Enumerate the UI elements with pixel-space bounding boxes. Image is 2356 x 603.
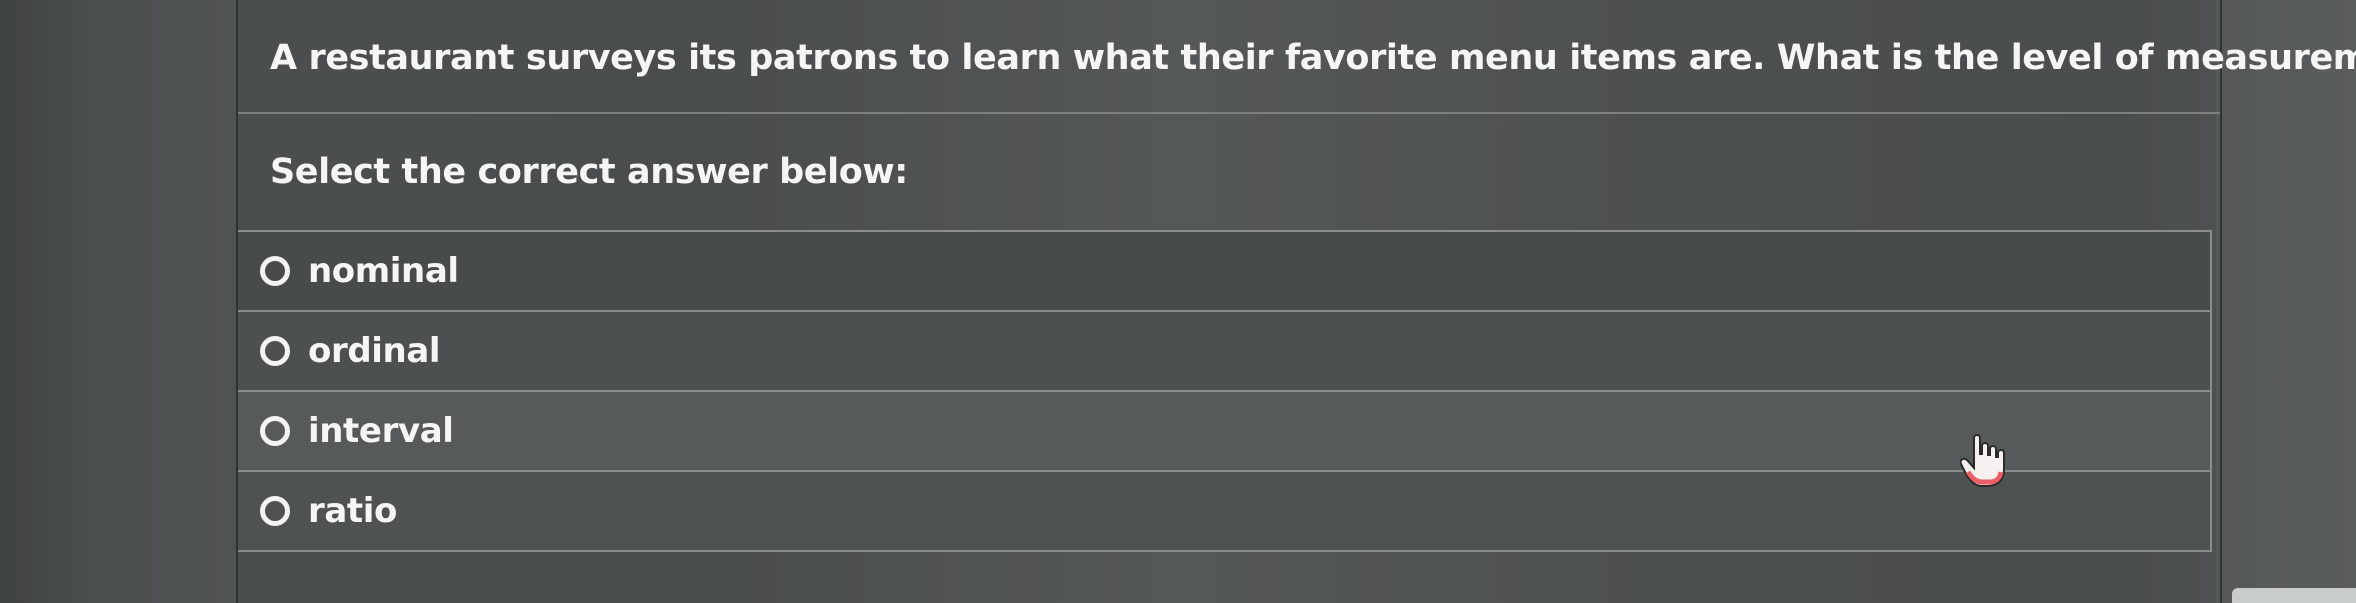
question-text: A restaurant surveys its patrons to lear… [270,38,2356,78]
answer-options: nominal ordinal interval ratio [238,230,2212,552]
radio-circle-icon[interactable] [260,256,290,286]
screen: A restaurant surveys its patrons to lear… [0,0,2356,603]
question-panel: A restaurant surveys its patrons to lear… [236,0,2356,603]
hand-pointer-icon [1959,432,2006,488]
question-area: A restaurant surveys its patrons to lear… [238,0,2356,114]
radio-circle-icon[interactable] [260,336,290,366]
option-nominal[interactable]: nominal [238,232,2212,312]
option-label: ratio [308,491,397,531]
radio-circle-icon[interactable] [260,496,290,526]
option-label: nominal [308,251,459,291]
option-interval[interactable]: interval [238,392,2212,472]
left-background [0,0,236,603]
option-label: ordinal [308,331,441,371]
option-label: interval [308,411,454,451]
option-ordinal[interactable]: ordinal [238,312,2212,392]
radio-circle-icon[interactable] [260,416,290,446]
submit-button-edge[interactable] [2232,588,2356,603]
instruction-text: Select the correct answer below: [270,152,908,192]
right-background [2216,0,2356,603]
option-ratio[interactable]: ratio [238,472,2212,552]
